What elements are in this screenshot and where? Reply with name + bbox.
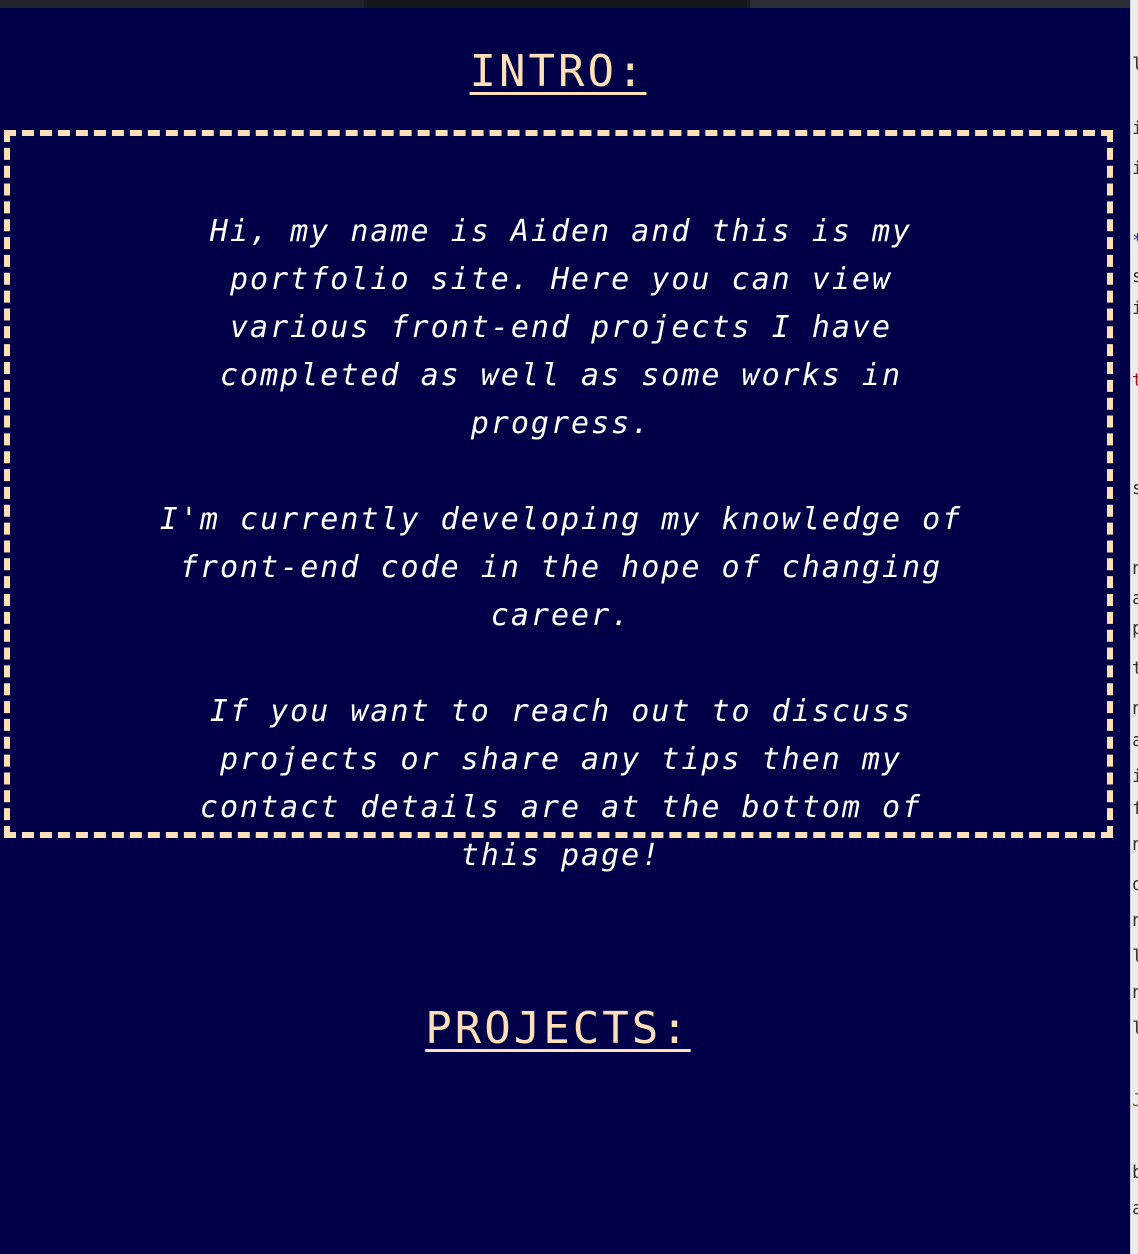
panel-glyph: s	[1132, 268, 1138, 286]
panel-glyph: n	[1132, 560, 1138, 578]
panel-glyph: n	[1132, 836, 1138, 854]
browser-top-bar	[0, 0, 1130, 8]
panel-glyph: n	[1132, 912, 1138, 930]
panel-glyph: l	[1132, 1020, 1138, 1038]
panel-glyph: i	[1132, 160, 1138, 178]
panel-glyph: i	[1132, 300, 1138, 318]
panel-glyph: n	[1132, 984, 1138, 1002]
browser-tab-1[interactable]	[0, 0, 364, 8]
intro-heading: INTRO:	[469, 46, 647, 97]
panel-glyph: a	[1132, 590, 1138, 608]
intro-box: Hi, my name is Aiden and this is my port…	[4, 130, 1113, 873]
projects-heading: PROJECTS:	[425, 1003, 691, 1054]
panel-glyph: b	[1132, 1164, 1138, 1182]
panel-glyph: t	[1132, 372, 1138, 390]
panel-glyph: n	[1132, 700, 1138, 718]
devtools-panel-edge[interactable]: l i i * s i t s n a p t n a i f n o n l …	[1130, 0, 1138, 1254]
panel-glyph: i	[1132, 768, 1138, 786]
panel-glyph: J	[1132, 1092, 1138, 1110]
panel-glyph: *	[1132, 232, 1138, 250]
panel-glyph: l	[1132, 56, 1138, 74]
intro-paragraph-1: Hi, my name is Aiden and this is my port…	[209, 214, 913, 441]
panel-glyph: t	[1132, 660, 1138, 678]
portfolio-page: INTRO: Hi, my name is Aiden and this is …	[0, 8, 1130, 1254]
browser-tab-2[interactable]	[367, 0, 747, 8]
intro-text: Hi, my name is Aiden and this is my port…	[156, 208, 966, 880]
panel-glyph: l	[1132, 948, 1138, 966]
panel-glyph: p	[1132, 620, 1138, 638]
panel-glyph: o	[1132, 876, 1138, 894]
panel-glyph: a	[1132, 1200, 1138, 1218]
panel-glyph: a	[1132, 732, 1138, 750]
panel-glyph: f	[1132, 800, 1138, 818]
browser-tab-3[interactable]	[750, 0, 1130, 8]
intro-paragraph-2: I'm currently developing my knowledge of…	[159, 502, 963, 633]
panel-glyph: s	[1132, 480, 1138, 498]
intro-paragraph-3: If you want to reach out to discuss proj…	[199, 694, 923, 873]
panel-glyph: i	[1132, 120, 1138, 138]
